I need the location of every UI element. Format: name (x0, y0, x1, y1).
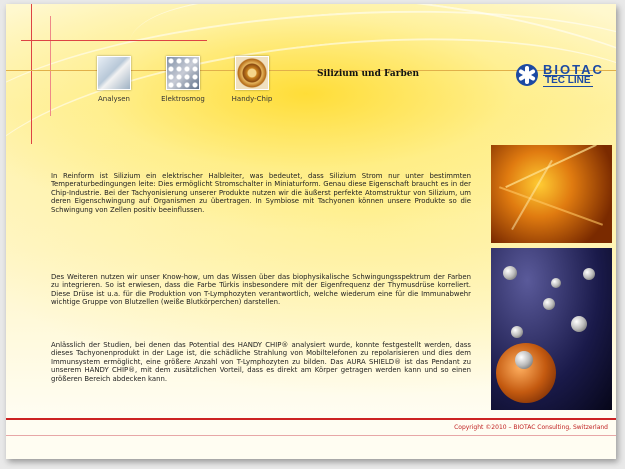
decor-vertical-line-2 (50, 16, 51, 116)
logo-line2: TEC LINE (543, 75, 593, 87)
paragraph-silizium: In Reinform ist Silizium ein elektrische… (51, 172, 471, 214)
decor-horizontal-line (21, 40, 207, 41)
silicon-crystal-image (491, 145, 612, 243)
page-frame: Analysen Elektrosmog Handy-Chip Silizium… (6, 4, 616, 459)
copyright-text: Copyright ©2010 – BIOTAC Consulting, Swi… (454, 424, 608, 431)
nav-item-analysen[interactable]: Analysen (84, 56, 144, 103)
nav-item-handy-chip[interactable]: Handy-Chip (222, 56, 282, 103)
footer-bottom-line (6, 435, 616, 436)
nav-item-elektrosmog[interactable]: Elektrosmog (153, 56, 213, 103)
biotac-logo[interactable]: BIOTAC TEC LINE (516, 62, 616, 88)
network-icon (166, 56, 200, 90)
page-title: Silizium und Farben (317, 69, 420, 79)
nav-label-analysen: Analysen (98, 95, 130, 103)
biotac-logo-icon (516, 64, 538, 86)
chip-icon (235, 56, 269, 90)
microscope-icon (97, 56, 131, 90)
nav-label-elektrosmog: Elektrosmog (161, 95, 205, 103)
decor-vertical-line (31, 4, 32, 144)
footer-divider (6, 418, 616, 420)
nav-label-handy-chip: Handy-Chip (231, 95, 273, 103)
blood-cells-image (491, 248, 612, 410)
paragraph-handy-chip: Anlässlich der Studien, bei denen das Po… (51, 341, 471, 383)
paragraph-farben: Des Weiteren nutzen wir unser Know-how, … (51, 273, 471, 307)
